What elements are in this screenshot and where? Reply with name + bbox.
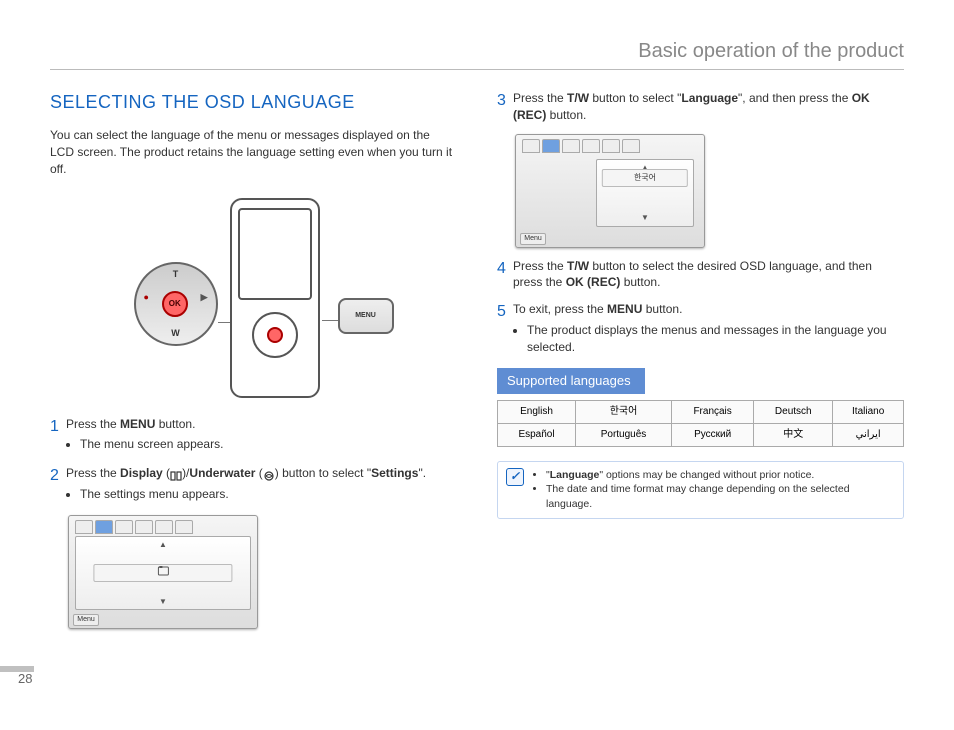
right-column: 3 Press the T/W button to select "Langua… bbox=[497, 90, 904, 639]
note-item: The date and time format may change depe… bbox=[546, 482, 895, 511]
tabs-icon bbox=[135, 520, 153, 534]
settings-screenshot: ▲ ▼ Menu bbox=[68, 515, 258, 629]
storage-icon bbox=[156, 565, 170, 580]
step-1: 1 Press the MENU button. The menu screen… bbox=[50, 416, 457, 456]
language-row: 한국어 bbox=[602, 169, 688, 187]
note-item: "Language" options may be changed withou… bbox=[546, 468, 895, 483]
menu-button-callout: MENU bbox=[338, 298, 394, 334]
manual-page: { "page_number": "28", "header": "Basic … bbox=[0, 0, 954, 730]
languages-table: English 한국어 Français Deutsch Italiano Es… bbox=[497, 400, 904, 447]
dial-t-label: T bbox=[173, 268, 179, 281]
tabs-icon bbox=[602, 139, 620, 153]
supported-languages-header: Supported languages bbox=[497, 368, 645, 394]
lang-cell: 中文 bbox=[754, 423, 833, 446]
tabs-icon bbox=[542, 139, 560, 153]
rec-icon: ● bbox=[144, 291, 149, 317]
ok-button-icon bbox=[267, 327, 283, 343]
device-dial bbox=[252, 312, 298, 358]
step-4: 4 Press the T/W button to select the des… bbox=[497, 258, 904, 292]
lang-cell: Italiano bbox=[833, 400, 904, 423]
lang-cell: Português bbox=[576, 423, 672, 446]
dial-callout: T ● OK ▶ W bbox=[134, 262, 218, 346]
section-title: SELECTING THE OSD LANGUAGE bbox=[50, 90, 457, 115]
page-number: 28 bbox=[18, 671, 32, 686]
device-illustration: T ● OK ▶ W MENU bbox=[114, 192, 394, 402]
note-box: ✓ "Language" options may be changed with… bbox=[497, 461, 904, 519]
intro-text: You can select the language of the menu … bbox=[50, 127, 457, 177]
display-icon bbox=[170, 469, 182, 479]
tabs-icon bbox=[562, 139, 580, 153]
lang-cell: Deutsch bbox=[754, 400, 833, 423]
underwater-icon bbox=[263, 469, 275, 479]
tabs-icon bbox=[95, 520, 113, 534]
play-icon: ▶ bbox=[201, 291, 208, 317]
step-3: 3 Press the T/W button to select "Langua… bbox=[497, 90, 904, 124]
dial-w-label: W bbox=[171, 327, 180, 340]
lang-cell: Español bbox=[498, 423, 576, 446]
lang-cell: 한국어 bbox=[576, 400, 672, 423]
table-row: English 한국어 Français Deutsch Italiano bbox=[498, 400, 904, 423]
menu-label: Menu bbox=[520, 233, 546, 245]
device-body bbox=[230, 198, 320, 398]
lang-cell: Français bbox=[672, 400, 754, 423]
tabs-icon bbox=[622, 139, 640, 153]
tabs-icon bbox=[115, 520, 133, 534]
page-header: Basic operation of the product bbox=[50, 40, 904, 70]
settings-row bbox=[93, 564, 232, 582]
lang-cell: Русский bbox=[672, 423, 754, 446]
tabs-icon bbox=[522, 139, 540, 153]
lang-cell: ايراني bbox=[833, 423, 904, 446]
step-2: 2 Press the Display ()/Underwater () but… bbox=[50, 465, 457, 505]
tabs-icon bbox=[75, 520, 93, 534]
tabs-icon bbox=[582, 139, 600, 153]
device-screen bbox=[238, 208, 312, 300]
language-screenshot: ▲ 한국어 ▼ Menu bbox=[515, 134, 705, 248]
ok-button-callout: OK bbox=[162, 291, 188, 317]
arrow-up-icon: ▲ bbox=[159, 539, 167, 550]
tabs-icon bbox=[175, 520, 193, 534]
note-icon: ✓ bbox=[506, 468, 524, 486]
menu-label: Menu bbox=[73, 614, 99, 626]
left-column: SELECTING THE OSD LANGUAGE You can selec… bbox=[50, 90, 457, 639]
lang-cell: English bbox=[498, 400, 576, 423]
arrow-down-icon: ▼ bbox=[641, 212, 649, 223]
arrow-down-icon: ▼ bbox=[159, 596, 167, 607]
step-5: 5 To exit, press the MENU button. The pr… bbox=[497, 301, 904, 357]
tabs-icon bbox=[155, 520, 173, 534]
table-row: Español Português Русский 中文 ايراني bbox=[498, 423, 904, 446]
